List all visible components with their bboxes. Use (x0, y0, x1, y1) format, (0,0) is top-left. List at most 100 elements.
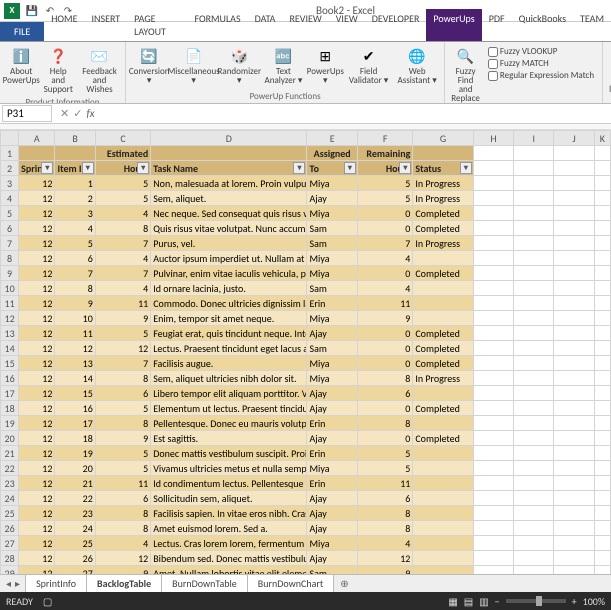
add-sheet[interactable]: ⊕ (334, 575, 354, 592)
cell[interactable]: Ajay (307, 491, 357, 506)
field-validator[interactable]: ✔Field Validator ▾ (345, 44, 392, 87)
col-C[interactable]: C (95, 131, 150, 146)
cell[interactable] (554, 386, 594, 401)
col-H[interactable]: H (473, 131, 513, 146)
select-all[interactable] (1, 131, 19, 146)
cell[interactable] (514, 296, 554, 311)
cell[interactable]: 12 (19, 251, 55, 266)
row-22[interactable]: 22 (1, 461, 19, 476)
conversion[interactable]: 🔄Conversion ▾ (130, 44, 168, 87)
col-I[interactable]: I (514, 131, 554, 146)
cell[interactable]: Ajay (307, 386, 357, 401)
cell[interactable] (473, 176, 513, 191)
row-2[interactable]: 2 (1, 161, 19, 176)
tab-home[interactable]: HOME (44, 9, 84, 41)
cell[interactable]: Miya (307, 311, 357, 326)
zoom-slider[interactable] (506, 599, 566, 603)
cell[interactable]: Completed (413, 326, 473, 341)
cell[interactable]: 4 (357, 281, 412, 296)
cell[interactable]: 9 (357, 311, 412, 326)
row-13[interactable]: 13 (1, 326, 19, 341)
cell[interactable]: 4 (95, 251, 150, 266)
cell[interactable]: 11 (95, 296, 150, 311)
cell[interactable] (514, 386, 554, 401)
file-tab[interactable]: FILE (0, 22, 44, 41)
cell[interactable] (473, 236, 513, 251)
cell[interactable] (514, 206, 554, 221)
cell[interactable] (594, 326, 610, 341)
cell[interactable]: 22 (55, 491, 95, 506)
cell[interactable] (554, 476, 594, 491)
fuzzy-find[interactable]: 🔍Fuzzy Find and Replace Tool (449, 44, 482, 104)
cell[interactable] (473, 206, 513, 221)
cell[interactable]: Sam (307, 341, 357, 356)
cell[interactable]: Libero tempor elit aliquam porttitor. Ve (151, 386, 307, 401)
row-23[interactable]: 23 (1, 476, 19, 491)
cell[interactable]: 9 (357, 566, 412, 575)
tab-quickbooks[interactable]: QuickBooks (512, 9, 573, 41)
cell[interactable] (473, 446, 513, 461)
cell[interactable] (554, 311, 594, 326)
cell[interactable] (594, 461, 610, 476)
cell[interactable]: Completed (413, 341, 473, 356)
cell[interactable]: Non, malesuada at lorem. Proin vulputa (151, 176, 307, 191)
row-4[interactable]: 4 (1, 191, 19, 206)
cell[interactable]: Ajay (307, 551, 357, 566)
cell[interactable]: 4 (357, 536, 412, 551)
sheet-tab-sprintinfo[interactable]: SprintInfo (25, 574, 87, 594)
cell[interactable]: 12 (19, 551, 55, 566)
cell[interactable] (473, 386, 513, 401)
cell[interactable]: Ajay (307, 506, 357, 521)
cell[interactable] (413, 281, 473, 296)
view-layout-icon[interactable]: ▤ (464, 595, 473, 608)
cell[interactable]: 25 (55, 536, 95, 551)
cell[interactable]: 13 (55, 356, 95, 371)
text-analyzer[interactable]: 🔤Text Analyzer ▾ (262, 44, 306, 87)
cell[interactable]: 26 (55, 551, 95, 566)
sheet-tab-backlogtable[interactable]: BacklogTable (86, 574, 162, 594)
cell[interactable] (514, 521, 554, 536)
cell[interactable]: Completed (413, 431, 473, 446)
cell[interactable]: 23 (55, 506, 95, 521)
cell[interactable] (473, 326, 513, 341)
cell[interactable] (413, 476, 473, 491)
cell[interactable]: 10 (55, 311, 95, 326)
cell[interactable]: Completed (413, 206, 473, 221)
cell[interactable]: Purus, vel. (151, 236, 307, 251)
cell[interactable] (554, 356, 594, 371)
cell[interactable] (514, 356, 554, 371)
randomizer[interactable]: 🎲Randomizer ▾ (219, 44, 260, 87)
cell[interactable] (473, 521, 513, 536)
row-7[interactable]: 7 (1, 236, 19, 251)
cell[interactable] (554, 296, 594, 311)
cell[interactable] (514, 566, 554, 575)
zoom-out[interactable]: − (495, 595, 500, 608)
view-break-icon[interactable]: ▥ (479, 595, 488, 608)
cell[interactable] (514, 506, 554, 521)
cell[interactable]: Nec neque. Sed consequat quis risus vit (151, 206, 307, 221)
cell[interactable]: Sem, aliquet. (151, 191, 307, 206)
cell[interactable] (594, 476, 610, 491)
cell[interactable] (594, 536, 610, 551)
cell[interactable]: 5 (95, 401, 150, 416)
cell[interactable] (473, 311, 513, 326)
tab-page-layout[interactable]: PAGE LAYOUT (127, 9, 187, 41)
cell[interactable]: 8 (357, 416, 412, 431)
name-box[interactable]: P31 (2, 105, 52, 122)
cell[interactable] (413, 311, 473, 326)
cell[interactable] (594, 371, 610, 386)
cell[interactable]: Miya (307, 371, 357, 386)
cell[interactable]: 9 (95, 566, 150, 575)
cell[interactable]: Id ornare lacinia, justo. (151, 281, 307, 296)
row-17[interactable]: 17 (1, 386, 19, 401)
cell[interactable] (594, 341, 610, 356)
cell[interactable]: 12 (55, 341, 95, 356)
cell[interactable]: 12 (19, 236, 55, 251)
cell[interactable] (594, 521, 610, 536)
row-3[interactable]: 3 (1, 176, 19, 191)
cell[interactable] (554, 401, 594, 416)
cell[interactable]: 5 (357, 461, 412, 476)
cell[interactable] (413, 386, 473, 401)
cell[interactable] (514, 221, 554, 236)
col-E[interactable]: E (307, 131, 357, 146)
